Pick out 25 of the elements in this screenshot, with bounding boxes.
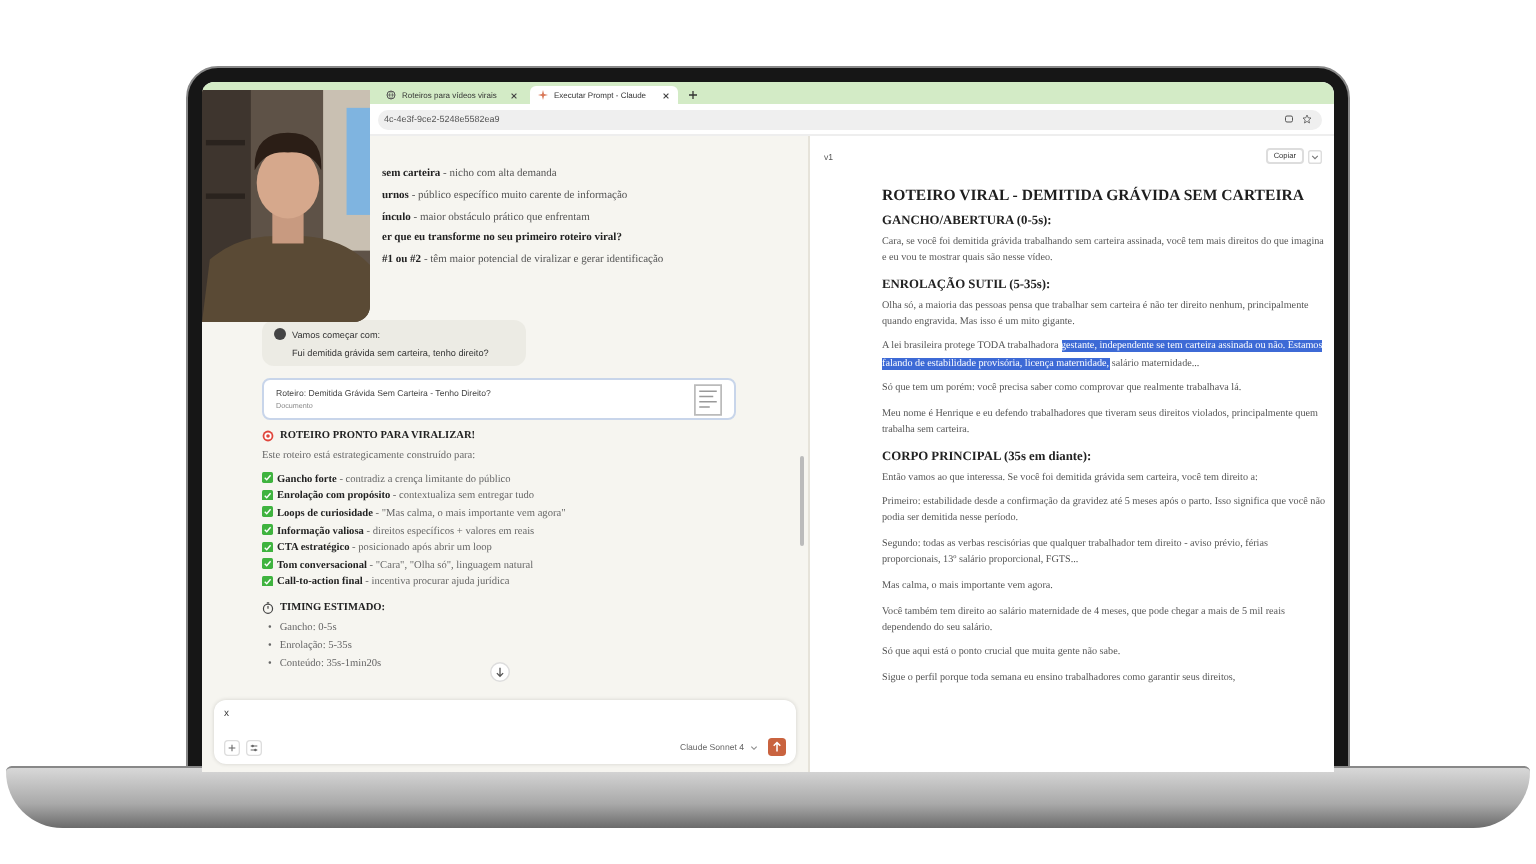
stopwatch-icon [262, 601, 274, 614]
globe-icon [386, 90, 396, 100]
caret-icon[interactable] [750, 743, 758, 751]
send-button[interactable] [768, 738, 786, 756]
scrollbar[interactable] [800, 456, 804, 546]
close-icon[interactable] [510, 91, 518, 99]
scroll-down-button[interactable] [490, 662, 510, 682]
new-tab-icon[interactable] [688, 90, 698, 100]
document-icon [694, 383, 722, 416]
add-button[interactable] [224, 739, 240, 755]
target-icon [262, 430, 274, 443]
dropdown-button[interactable] [1308, 149, 1322, 163]
check-icon [262, 558, 273, 570]
sparkle-icon [538, 90, 548, 100]
settings-button[interactable] [246, 739, 262, 755]
check-icon [262, 472, 273, 484]
check-icon [262, 506, 273, 518]
close-icon[interactable] [662, 91, 670, 99]
check-icon [262, 524, 273, 536]
check-icon [262, 575, 273, 587]
extension-icon[interactable] [1284, 114, 1294, 124]
check-icon [262, 541, 273, 553]
check-icon [262, 489, 273, 501]
star-icon[interactable] [1302, 114, 1312, 124]
user-avatar [274, 328, 286, 341]
